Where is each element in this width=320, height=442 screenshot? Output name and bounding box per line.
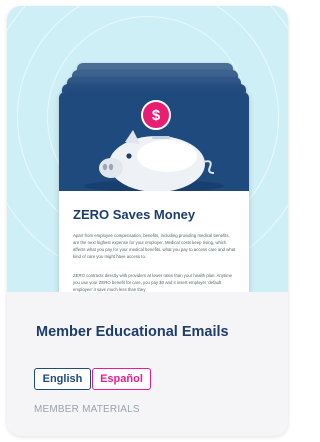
email-preview-document: $ ZERO Saves Money Apart from employee c…: [59, 92, 249, 292]
card-title[interactable]: Member Educational Emails: [36, 324, 229, 340]
language-button-spanish[interactable]: Español: [92, 368, 151, 390]
language-button-english[interactable]: English: [34, 368, 91, 390]
document-title: ZERO Saves Money: [73, 207, 196, 222]
category-label: MEMBER MATERIALS: [34, 404, 140, 415]
document-header: $: [59, 92, 249, 191]
resource-card[interactable]: $ ZERO Saves Money Apart from employee c…: [7, 6, 288, 436]
document-paragraph: ZERO contracts directly with providers a…: [73, 273, 233, 292]
document-paragraph: Apart from employee compensation, benefi…: [73, 233, 236, 259]
piggy-bank-icon: [84, 130, 224, 191]
card-thumbnail: $ ZERO Saves Money Apart from employee c…: [7, 6, 288, 292]
